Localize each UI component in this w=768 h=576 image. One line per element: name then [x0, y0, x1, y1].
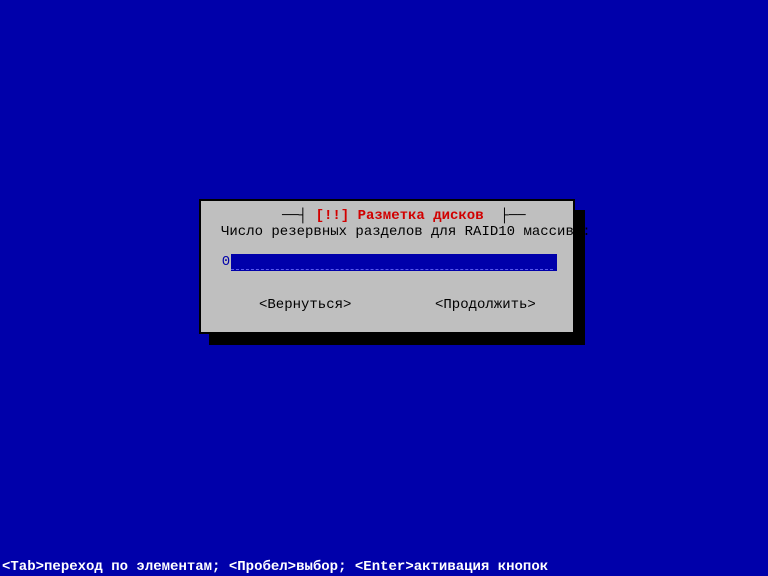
prompt-label: Число резервных разделов для RAID10 масс…: [221, 224, 591, 240]
title-dash-right: ├──: [492, 208, 526, 224]
space-key-hint: <Пробел>: [229, 559, 296, 575]
input-underline: [231, 268, 553, 270]
dialog-title: Разметка дисков: [349, 208, 492, 224]
alert-icon: [!!]: [316, 208, 350, 224]
footer-hint: <Tab>переход по элементам; <Пробел>выбор…: [0, 558, 768, 576]
dialog-shadow-bottom: [209, 334, 585, 345]
input-value: 0: [221, 254, 231, 271]
partition-dialog: ──┤ [!!] Разметка дисков ├── Число резер…: [199, 199, 575, 334]
enter-key-hint: <Enter>: [355, 559, 414, 575]
back-button[interactable]: <Вернуться>: [259, 297, 351, 313]
continue-button[interactable]: <Продолжить>: [435, 297, 536, 313]
title-dash-left: ──┤: [282, 208, 316, 224]
tab-key-hint: <Tab>: [2, 559, 44, 575]
